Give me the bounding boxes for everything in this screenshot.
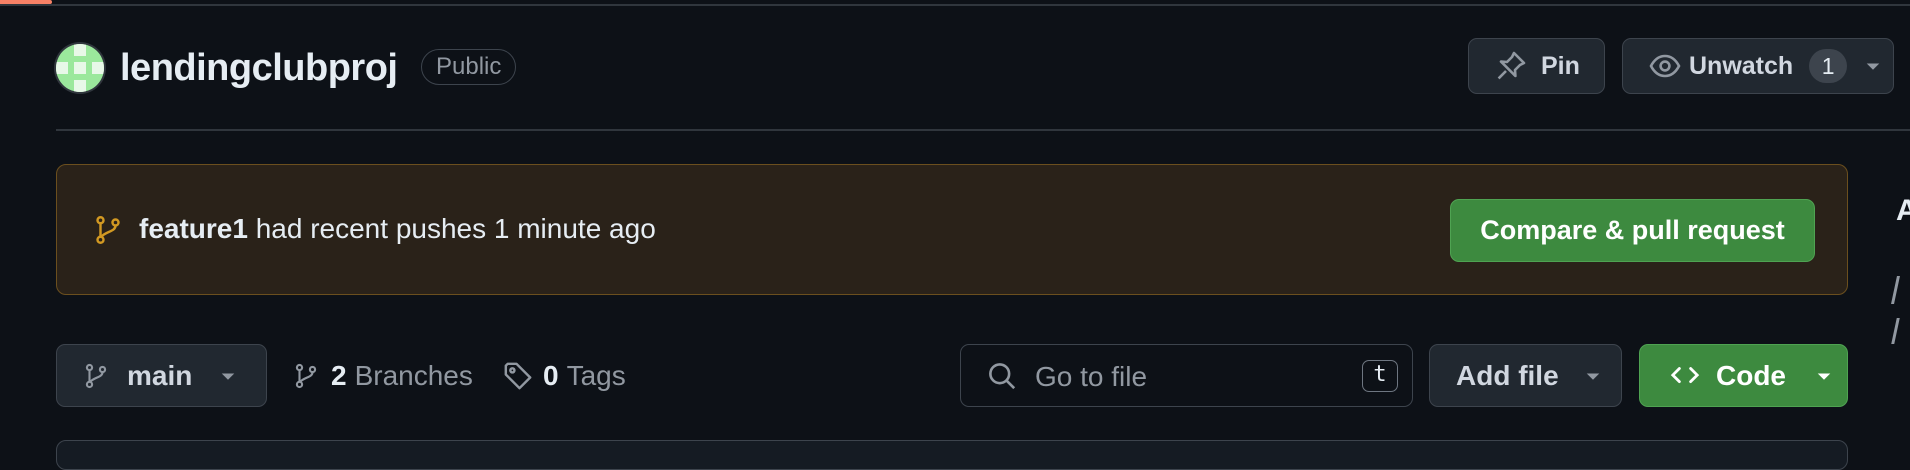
repo-owner-avatar[interactable] xyxy=(56,44,104,92)
add-file-button[interactable]: Add file xyxy=(1429,344,1622,407)
banner-message: feature1 had recent pushes 1 minute ago xyxy=(139,213,656,245)
chevron-down-icon xyxy=(1583,366,1603,386)
pin-button[interactable]: Pin xyxy=(1468,38,1605,94)
pin-label: Pin xyxy=(1541,51,1580,80)
search-placeholder: Go to file xyxy=(1035,361,1148,392)
branches-label: Branches xyxy=(354,359,473,391)
sidebar-heading-partial: A xyxy=(1896,194,1910,227)
recent-push-banner: feature1 had recent pushes 1 minute ago … xyxy=(56,164,1848,295)
visibility-badge: Public xyxy=(421,49,517,85)
git-branch-icon xyxy=(83,361,109,391)
banner-message-text: had recent pushes 1 minute ago xyxy=(247,213,656,244)
branch-selector[interactable]: main xyxy=(56,344,267,407)
pin-icon xyxy=(1495,50,1527,82)
add-file-label: Add file xyxy=(1456,359,1559,391)
keyboard-shortcut-hint: t xyxy=(1362,360,1398,392)
git-branch-icon xyxy=(293,361,319,391)
chevron-down-icon xyxy=(218,366,238,386)
file-list-card xyxy=(56,440,1848,470)
branches-link[interactable]: 2 Branches xyxy=(293,344,473,407)
tags-link[interactable]: 0 Tags xyxy=(503,344,626,407)
tags-label: Tags xyxy=(566,359,626,391)
tags-count: 0 xyxy=(543,359,559,391)
chevron-down-icon xyxy=(1814,366,1834,386)
code-button[interactable]: Code xyxy=(1639,344,1848,407)
go-to-file-input[interactable]: Go to file t xyxy=(960,344,1413,407)
unwatch-label: Unwatch xyxy=(1689,51,1794,80)
repo-name[interactable]: lendingclubproj xyxy=(120,44,398,92)
branches-count: 2 xyxy=(331,359,347,391)
watch-count: 1 xyxy=(1809,49,1848,83)
code-icon xyxy=(1668,361,1702,391)
tag-icon xyxy=(503,361,533,391)
header-divider xyxy=(56,129,1910,131)
chevron-down-icon xyxy=(1863,56,1883,76)
code-label: Code xyxy=(1716,359,1786,391)
search-icon xyxy=(987,361,1017,391)
git-branch-icon xyxy=(93,213,123,247)
eye-icon xyxy=(1649,50,1681,82)
banner-branch-name[interactable]: feature1 xyxy=(139,213,248,244)
compare-pull-request-button[interactable]: Compare & pull request xyxy=(1450,199,1815,262)
branch-selector-label: main xyxy=(127,359,193,391)
sidebar-text-partial xyxy=(1891,276,1910,360)
unwatch-button[interactable]: Unwatch 1 xyxy=(1622,38,1894,94)
top-border xyxy=(0,4,1910,6)
